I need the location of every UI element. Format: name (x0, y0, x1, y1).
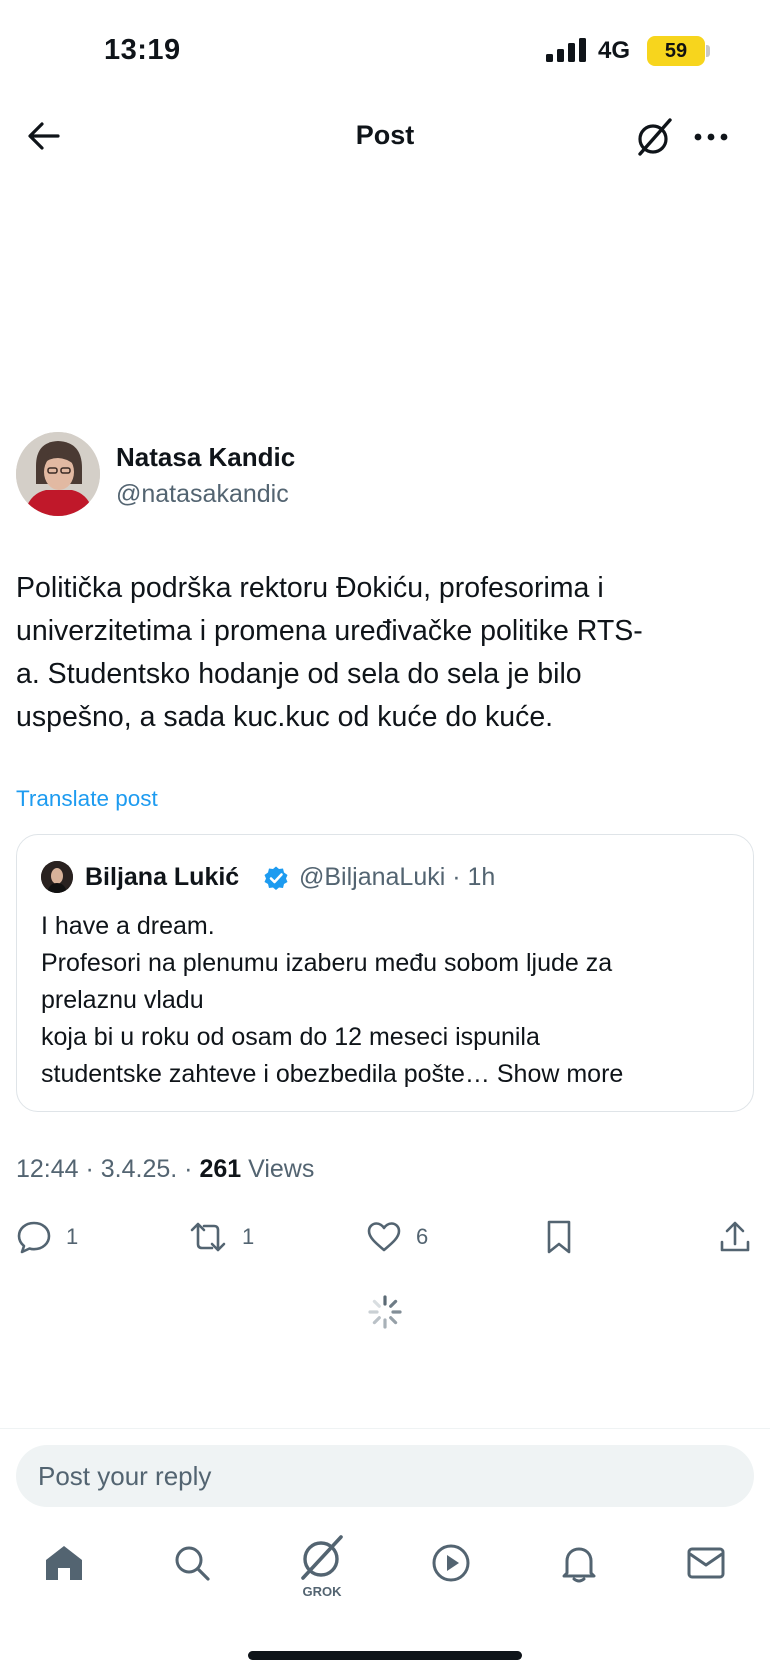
home-indicator[interactable] (248, 1651, 522, 1660)
reply-count: 1 (66, 1224, 79, 1249)
share-upload-icon (720, 1221, 750, 1252)
battery-tip (706, 45, 710, 57)
tab-video[interactable] (426, 1538, 476, 1588)
grok-icon (301, 1535, 343, 1580)
signal-strength-icon (546, 38, 586, 62)
quote-text: I have a dream. Profesori na plenumu iza… (41, 908, 731, 1093)
reply-placeholder: Post your reply (38, 1461, 212, 1491)
quote-author-handle: @BiljanaLuki (299, 863, 446, 891)
quote-text-line: koja bi u roku od osam do 12 meseci ispu… (41, 1023, 540, 1051)
quote-text-line: I have a dream. (41, 912, 215, 940)
tab-home[interactable] (39, 1538, 89, 1588)
post-text-line: univerzitetima i promena uređivačke poli… (16, 615, 643, 647)
tab-grok[interactable]: GROK (295, 1532, 349, 1602)
quoted-post[interactable]: Biljana Lukić @BiljanaLuki · 1h I have a… (16, 834, 754, 1112)
battery-indicator: 59 (647, 36, 705, 66)
quote-text-line: Profesori na plenumu izaberu među sobom … (41, 949, 613, 977)
post-text: Politička podrška rektoru Đokiću, profes… (16, 567, 756, 739)
post-text-line: uspešno, a sada kuc.kuc od kuće do kuće. (16, 701, 554, 733)
quote-author-avatar (41, 861, 73, 893)
quote-text-truncated: studentske zahteve i obezbedila pošte… (41, 1060, 490, 1088)
search-icon (175, 1546, 210, 1581)
home-icon (46, 1546, 82, 1580)
post-time: 12:44 (16, 1155, 79, 1183)
battery-level: 59 (664, 39, 688, 62)
author-name[interactable]: Natasa Kandic (116, 442, 295, 473)
more-horizontal-icon[interactable] (688, 116, 734, 158)
quote-age: 1h (467, 863, 496, 891)
heart-icon (367, 1222, 401, 1252)
tab-messages[interactable] (681, 1538, 731, 1588)
repost-icon (190, 1222, 226, 1252)
post-text-line: Politička podrška rektoru Đokiću, profes… (16, 572, 604, 604)
post-date: 3.4.25. (100, 1155, 178, 1183)
show-more-link[interactable]: Show more (497, 1060, 623, 1088)
status-time: 13:19 (104, 34, 181, 66)
post-author[interactable]: Natasa Kandic @natasakandic (16, 432, 756, 520)
tab-notifications[interactable] (554, 1538, 604, 1588)
notifications-bell-icon (562, 1547, 596, 1583)
quote-author-name: Biljana Lukić (85, 863, 240, 891)
quote-text-line: prelaznu vladu (41, 986, 204, 1014)
repost-count: 1 (242, 1224, 255, 1249)
network-type: 4G (598, 37, 631, 64)
tab-search[interactable] (167, 1538, 217, 1588)
nav-header: Post (0, 100, 770, 172)
bookmark-button[interactable] (544, 1212, 574, 1262)
post-meta: 12:44 · 3.4.25. · 261 Views (16, 1155, 315, 1183)
post-actions: 1 1 6 (0, 1212, 770, 1262)
views-label: Views (248, 1155, 315, 1183)
like-count: 6 (416, 1224, 429, 1249)
share-button[interactable] (718, 1212, 752, 1262)
loading-spinner-icon (368, 1295, 402, 1329)
author-avatar[interactable] (16, 432, 100, 516)
video-play-icon (432, 1544, 470, 1582)
grok-icon[interactable] (634, 116, 676, 158)
repost-button[interactable]: 1 (188, 1212, 254, 1262)
bottom-tab-bar: GROK (0, 1528, 770, 1618)
avatar-image (16, 432, 100, 516)
messages-envelope-icon (687, 1547, 725, 1579)
quote-meta: @BiljanaLuki · 1h (299, 863, 496, 891)
grok-tab-label: GROK (302, 1584, 342, 1599)
translate-post-link[interactable]: Translate post (16, 786, 158, 812)
quote-text-line-last: studentske zahteve i obezbedila pošte… S… (41, 1056, 731, 1093)
views-count[interactable]: 261 (199, 1155, 241, 1183)
status-bar: 13:19 4G 59 (0, 0, 770, 100)
reply-input[interactable]: Post your reply (16, 1445, 754, 1507)
reply-button[interactable]: 1 (16, 1212, 78, 1262)
like-button[interactable]: 6 (366, 1212, 428, 1262)
post-text-line: a. Studentsko hodanje od sela do sela je… (16, 658, 582, 690)
verified-badge-icon (264, 866, 288, 890)
reply-divider (0, 1428, 770, 1429)
bookmark-icon (547, 1220, 571, 1254)
quote-avatar-image (41, 861, 73, 893)
author-handle[interactable]: @natasakandic (116, 480, 289, 509)
reply-bubble-icon (17, 1221, 51, 1254)
